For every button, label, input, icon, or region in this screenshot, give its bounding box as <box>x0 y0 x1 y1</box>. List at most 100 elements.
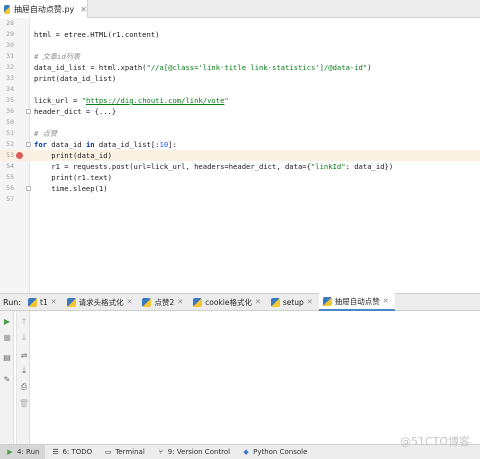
fold-icon[interactable] <box>26 186 31 191</box>
code-line: 34 <box>0 84 480 95</box>
breakpoint-icon[interactable] <box>16 152 23 159</box>
stop-icon[interactable]: ■ <box>1 331 13 343</box>
line-number: 36 <box>6 107 14 115</box>
line-number: 33 <box>6 74 14 82</box>
code-text: print(data_id) <box>34 151 112 160</box>
version-control-icon: ⑂ <box>158 448 163 456</box>
code-text: print(data_id_list) <box>34 74 117 83</box>
code-text: lick_url = "https://dig.chouti.com/link/… <box>34 96 229 105</box>
run-tab-label: setup <box>282 297 304 307</box>
code-text: html = etree.HTML(r1.content) <box>34 30 160 39</box>
close-icon[interactable]: ✕ <box>255 298 261 306</box>
tool-window-label: 4: Run <box>17 448 40 456</box>
code-comment: # 文章id列表 <box>34 52 81 61</box>
code-editor[interactable]: 28 29 html = etree.HTML(r1.content) 30 3… <box>0 18 480 293</box>
line-number: 55 <box>6 173 14 181</box>
close-icon[interactable]: ✕ <box>80 5 87 14</box>
editor-tab-label: 抽屉自动点赞.py <box>13 4 75 14</box>
scroll-to-end-icon[interactable]: ⤓ <box>18 365 30 377</box>
python-console-icon: ◆ <box>243 448 249 456</box>
code-line: 55 print(r1.text) <box>0 172 480 183</box>
code-line: 30 <box>0 40 480 51</box>
line-number: 53 <box>6 151 14 159</box>
tool-window-todo[interactable]: ☰ 6: TODO <box>45 445 98 459</box>
tool-window-label: 6: TODO <box>62 448 93 456</box>
run-toolbar-left: ▶ ■ ▤ ✎ <box>0 311 14 444</box>
run-tab-label: t1 <box>40 297 48 307</box>
line-number: 28 <box>6 19 14 27</box>
close-icon[interactable]: ✕ <box>383 297 389 305</box>
line-number: 29 <box>6 30 14 38</box>
run-tab[interactable]: cookie格式化 ✕ <box>189 293 267 311</box>
line-number: 31 <box>6 52 14 60</box>
line-number: 54 <box>6 162 14 170</box>
line-number: 56 <box>6 184 14 192</box>
tool-window-terminal[interactable]: ▭ Terminal <box>98 445 151 459</box>
run-tab-label: 抽屉自动点赞 <box>334 296 380 306</box>
trash-icon[interactable]: 🗑 <box>18 397 30 409</box>
code-line: 57 <box>0 194 480 205</box>
run-toolbar-right: ↑ ↓ ⇌ ⤓ ⎙ 🗑 <box>16 311 30 444</box>
line-number: 30 <box>6 41 14 49</box>
line-number: 34 <box>6 85 14 93</box>
code-text: time.sleep(1) <box>34 184 108 193</box>
run-tab-active[interactable]: 抽屉自动点赞 ✕ <box>318 293 395 311</box>
play-icon[interactable]: ▶ <box>1 315 13 327</box>
python-file-icon <box>322 296 332 306</box>
code-text: for data_id in data_id_list[:10]: <box>34 140 177 149</box>
run-tab[interactable]: 请求头格式化 ✕ <box>63 293 139 311</box>
pin-icon[interactable]: ✎ <box>1 373 13 385</box>
line-number: 35 <box>6 96 14 104</box>
python-file-icon <box>28 297 37 307</box>
python-file-icon <box>270 297 280 307</box>
run-panel: ▶ ■ ▤ ✎ ↑ ↓ ⇌ ⤓ ⎙ 🗑 <box>0 311 480 444</box>
code-line: 54 r1 = requests.post(url=lick_url, head… <box>0 161 480 172</box>
python-file-icon <box>193 297 203 307</box>
code-line: 52 for data_id in data_id_list[:10]: <box>0 139 480 150</box>
code-line: 56 time.sleep(1) <box>0 183 480 194</box>
tool-window-run[interactable]: ▶ 4: Run <box>0 444 46 459</box>
code-line-breakpoint: 53 print(data_id) <box>0 150 480 161</box>
close-icon[interactable]: ✕ <box>127 298 133 306</box>
console-output[interactable] <box>32 311 480 444</box>
run-tab[interactable]: setup ✕ <box>267 293 319 311</box>
soft-wrap-icon[interactable]: ⇌ <box>18 349 30 361</box>
close-icon[interactable]: ✕ <box>307 298 313 306</box>
tool-window-label: 9: Version Control <box>167 448 231 456</box>
fold-icon[interactable] <box>26 142 31 147</box>
run-tab-label: 点赞2 <box>154 297 175 307</box>
editor-tab-active[interactable]: 抽屉自动点赞.py ✕ <box>0 0 88 18</box>
run-tab[interactable]: 点赞2 ✕ <box>138 293 189 311</box>
python-file-icon <box>66 297 76 307</box>
run-tab-label: cookie格式化 <box>205 297 252 307</box>
list-icon: ☰ <box>52 448 59 456</box>
tool-window-vcs[interactable]: ⑂ 9: Version Control <box>151 445 236 459</box>
editor-tab-bar: 抽屉自动点赞.py ✕ <box>0 0 480 18</box>
code-line: 35 lick_url = "https://dig.chouti.com/li… <box>0 95 480 106</box>
layout-icon[interactable]: ▤ <box>1 351 13 363</box>
tool-window-label: Terminal <box>115 448 145 456</box>
line-number: 50 <box>6 118 14 126</box>
code-line: 51 # 点赞 <box>0 128 480 139</box>
code-text: data_id_list = html.xpath("//a[@class='l… <box>34 63 372 72</box>
code-text: r1 = requests.post(url=lick_url, headers… <box>34 162 394 171</box>
arrow-up-icon[interactable]: ↑ <box>18 315 30 327</box>
code-text: print(r1.text) <box>34 173 112 182</box>
code-line: 28 <box>0 18 480 29</box>
run-tab[interactable]: t1 ✕ <box>24 293 63 311</box>
arrow-down-icon[interactable]: ↓ <box>18 331 30 343</box>
code-text: header_dict = {...} <box>34 107 117 116</box>
tool-window-python-console[interactable]: ◆ Python Console <box>236 445 313 459</box>
line-number: 57 <box>6 195 14 203</box>
code-line: 50 <box>0 117 480 128</box>
fold-icon[interactable] <box>26 109 31 114</box>
line-number: 32 <box>6 63 14 71</box>
print-icon[interactable]: ⎙ <box>18 381 30 393</box>
code-line: 36 header_dict = {...} <box>0 106 480 117</box>
run-tab-label: 请求头格式化 <box>78 297 124 307</box>
code-line: 33 print(data_id_list) <box>0 73 480 84</box>
close-icon[interactable]: ✕ <box>177 298 183 306</box>
run-label: Run: <box>3 297 22 307</box>
close-icon[interactable]: ✕ <box>51 298 57 306</box>
code-line: 29 html = etree.HTML(r1.content) <box>0 29 480 40</box>
